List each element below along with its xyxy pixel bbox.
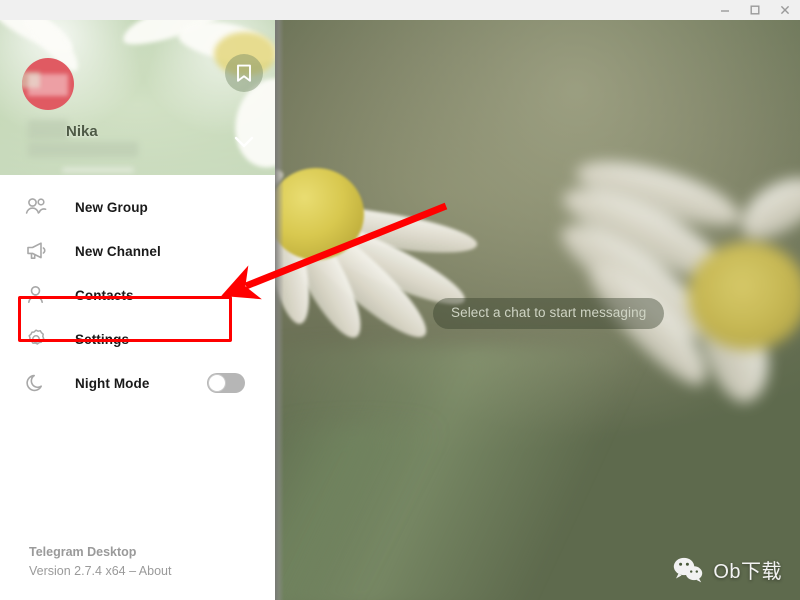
saved-messages-button[interactable] (225, 54, 263, 92)
menu-item-new-group[interactable]: New Group (0, 185, 275, 229)
profile-header[interactable]: Nika (0, 20, 275, 175)
phone-redaction (28, 142, 138, 157)
drawer-shadow (275, 20, 284, 600)
avatar[interactable] (22, 58, 74, 110)
chevron-down-icon (234, 136, 254, 148)
profile-username: Nika (66, 123, 98, 140)
menu-list: New Group New Channel Contacts Settings … (0, 185, 275, 405)
app-version-footer: Telegram Desktop Version 2.7.4 x64 – Abo… (29, 545, 171, 578)
watermark-text: Ob下载 (713, 561, 782, 583)
telegram-desktop-window: Select a chat to start messaging Ob下载 Ni… (0, 0, 800, 600)
close-icon (780, 5, 790, 15)
maximize-button[interactable] (740, 0, 770, 20)
maximize-icon (750, 5, 760, 15)
new-group-icon (25, 197, 61, 217)
account-switch-button[interactable] (228, 130, 260, 154)
night-mode-icon (25, 373, 61, 393)
minimize-button[interactable] (710, 0, 740, 20)
version-about-link[interactable]: Version 2.7.4 x64 – About (29, 564, 171, 578)
new-channel-icon (25, 241, 61, 261)
menu-item-label: New Group (75, 199, 148, 215)
app-name: Telegram Desktop (29, 545, 137, 559)
wechat-icon (674, 557, 703, 582)
menu-item-label: Night Mode (75, 375, 150, 391)
settings-highlight-box (18, 296, 232, 342)
toggle-knob (208, 374, 226, 392)
username-redaction-left (28, 120, 68, 139)
menu-item-new-channel[interactable]: New Channel (0, 229, 275, 273)
select-chat-placeholder: Select a chat to start messaging (433, 298, 665, 329)
minimize-icon (721, 10, 729, 12)
avatar-redaction (28, 74, 68, 96)
watermark: Ob下载 (673, 555, 782, 584)
window-titlebar[interactable] (0, 0, 800, 20)
daisy-flower-right (540, 147, 800, 440)
profile-underline-redaction (62, 168, 134, 172)
night-mode-toggle[interactable] (207, 373, 245, 393)
menu-item-label: New Channel (75, 243, 161, 259)
menu-item-night-mode[interactable]: Night Mode (0, 361, 275, 405)
bookmark-icon (237, 64, 251, 82)
close-button[interactable] (770, 0, 800, 20)
